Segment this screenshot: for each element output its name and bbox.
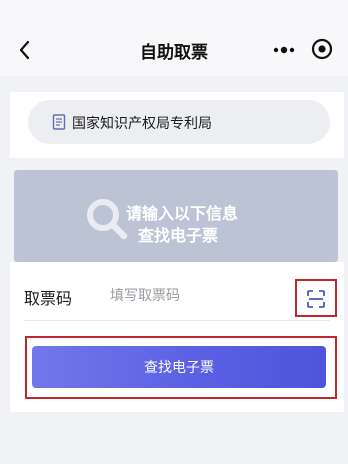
scan-code-button[interactable]: [295, 279, 337, 317]
more-dots-icon: [273, 46, 295, 54]
find-ticket-button[interactable]: 查找电子票: [32, 346, 326, 388]
ticket-code-input[interactable]: [110, 282, 288, 310]
hint-line-2: 查找电子票: [138, 226, 219, 245]
search-hint-banner: 请输入以下信息 查找电子票: [14, 170, 338, 262]
bureau-card: 国家知识产权局专利局: [10, 92, 344, 158]
bureau-selector[interactable]: 国家知识产权局专利局: [28, 100, 330, 144]
document-icon: [52, 114, 66, 130]
search-icon: [87, 199, 128, 240]
top-navigation-bar: 自助取票: [0, 0, 348, 76]
close-miniapp-button[interactable]: [310, 37, 334, 61]
scan-icon: [307, 290, 325, 308]
target-icon: [311, 38, 333, 60]
bureau-name: 国家知识产权局专利局: [72, 116, 212, 132]
hint-line-1: 请输入以下信息: [126, 204, 239, 223]
more-options-button[interactable]: [270, 41, 298, 59]
field-divider: [24, 320, 330, 321]
ticket-code-label: 取票码: [24, 289, 73, 308]
